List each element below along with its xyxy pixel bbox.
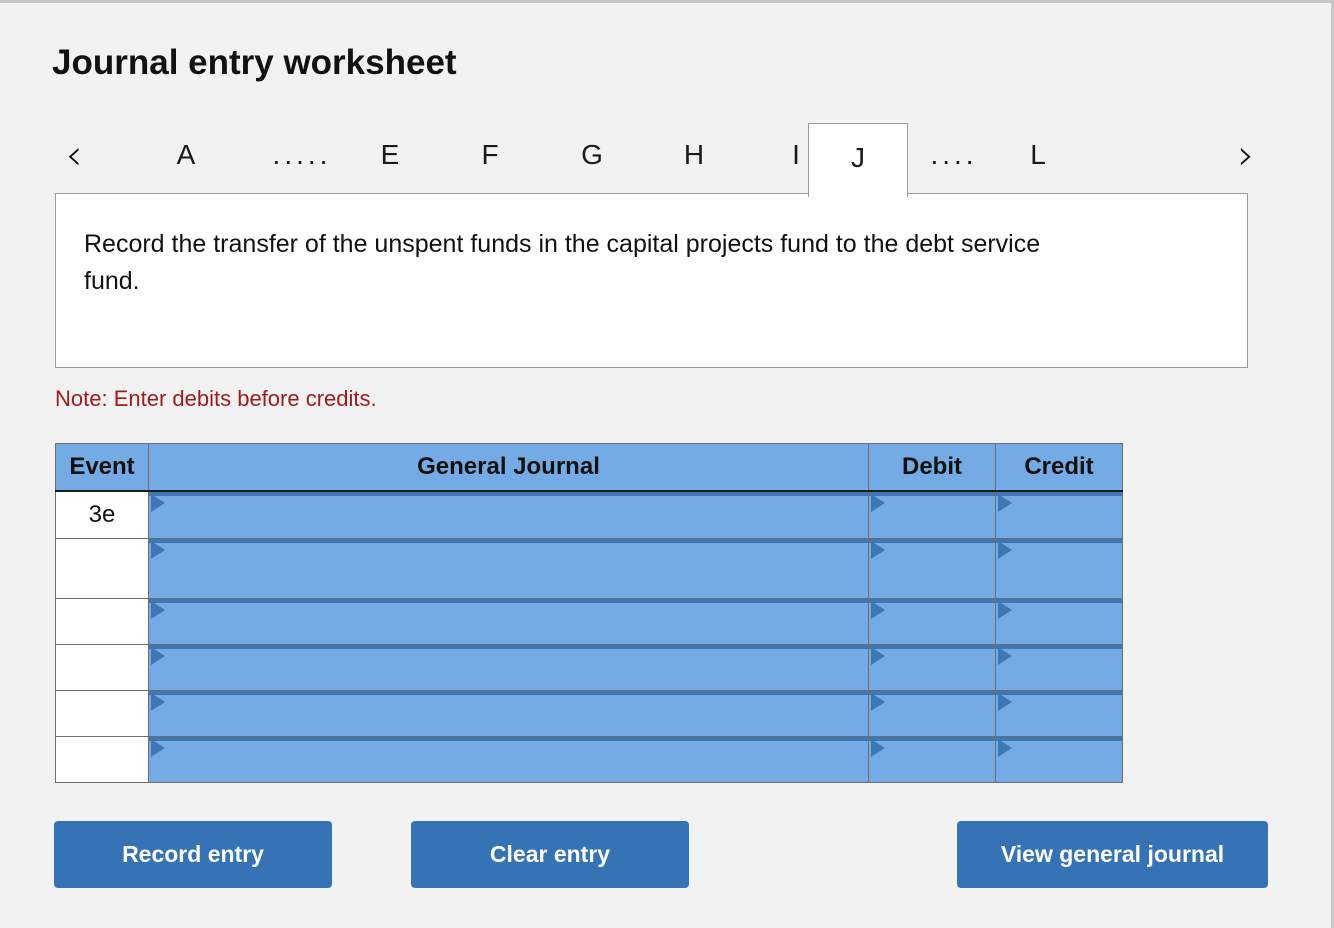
table-header: Event General Journal Debit Credit [55,443,1123,492]
table-row [55,537,1123,599]
credit-input-cell[interactable] [995,537,1123,599]
event-cell [55,537,149,599]
dropdown-triangle-icon[interactable] [998,600,1012,619]
tab-F[interactable]: F [452,123,528,187]
dropdown-triangle-icon[interactable] [871,494,885,512]
table-header-row: Event General Journal Debit Credit [55,443,1123,492]
cell-input-box[interactable] [869,492,995,512]
credit-input-cell[interactable] [995,689,1123,737]
cell-input-box[interactable] [149,736,868,757]
table-row [55,643,1123,691]
cell-input-box[interactable] [996,538,1122,559]
cell-input-box[interactable] [869,644,995,665]
dropdown-triangle-icon[interactable] [998,540,1012,559]
debit-input-cell[interactable] [868,490,996,539]
clear-entry-button[interactable]: Clear entry [411,821,689,888]
debit-input-cell[interactable] [868,689,996,737]
general-journal-input-cell[interactable] [148,537,869,599]
dropdown-triangle-icon[interactable] [151,494,165,512]
credit-input-cell[interactable] [995,643,1123,691]
dropdown-triangle-icon[interactable] [151,738,165,757]
dropdown-triangle-icon[interactable] [998,692,1012,711]
column-header-credit: Credit [995,443,1123,492]
cell-input-box[interactable] [869,690,995,711]
next-tab-arrow-icon[interactable]: › [1224,131,1268,179]
general-journal-input-cell[interactable] [148,689,869,737]
cell-input-box[interactable] [149,538,868,559]
event-cell [55,597,149,645]
dropdown-triangle-icon[interactable] [151,692,165,711]
general-journal-input-cell[interactable] [148,643,869,691]
event-cell [55,689,149,737]
view-general-journal-button[interactable]: View general journal [957,821,1268,888]
cell-input-box[interactable] [869,598,995,619]
debit-input-cell[interactable] [868,597,996,645]
tab-G[interactable]: G [554,123,630,187]
table-row [55,689,1123,737]
table-row [55,735,1123,783]
general-journal-input-cell[interactable] [148,597,869,645]
cell-input-box[interactable] [869,736,995,757]
worksheet-tab-strip: ‹ › A..... E F G H I J.... L [52,115,1280,197]
cell-input-box[interactable] [149,492,868,512]
general-journal-input-cell[interactable] [148,735,869,783]
cell-input-box[interactable] [996,598,1122,619]
tab-H[interactable]: H [656,123,732,187]
journal-entry-worksheet-page: Journal entry worksheet ‹ › A..... E F G H I J… [0,0,1334,928]
tab-A[interactable]: A [148,123,224,187]
cell-input-box[interactable] [996,736,1122,757]
cell-input-box[interactable] [996,690,1122,711]
dropdown-triangle-icon[interactable] [871,692,885,711]
dropdown-triangle-icon[interactable] [151,646,165,665]
general-journal-table: Event General Journal Debit Credit 3e [55,443,1123,783]
page-title: Journal entry worksheet [52,43,457,82]
dropdown-triangle-icon[interactable] [871,540,885,559]
record-entry-button[interactable]: Record entry [54,821,332,888]
cell-input-box[interactable] [149,644,868,665]
table-row [55,597,1123,645]
tab-....[interactable]: .... [908,123,1000,187]
tab-E[interactable]: E [352,123,428,187]
credit-input-cell[interactable] [995,490,1123,539]
column-header-event: Event [55,443,149,492]
event-cell [55,643,149,691]
column-header-general-journal: General Journal [148,443,869,492]
event-cell: 3e [55,490,149,539]
tab-J-active[interactable]: J [808,123,908,197]
dropdown-triangle-icon[interactable] [998,494,1012,512]
dropdown-triangle-icon[interactable] [871,600,885,619]
table-row: 3e [55,490,1123,539]
tab-L[interactable]: L [1000,123,1076,187]
debit-input-cell[interactable] [868,643,996,691]
entry-description-text: Record the transfer of the unspent funds… [84,230,1041,295]
cell-input-box[interactable] [996,492,1122,512]
tab-.....[interactable]: ..... [248,123,356,187]
prev-tab-arrow-icon[interactable]: ‹ [52,131,96,179]
dropdown-triangle-icon[interactable] [871,646,885,665]
debit-input-cell[interactable] [868,735,996,783]
event-cell [55,735,149,783]
dropdown-triangle-icon[interactable] [998,646,1012,665]
cell-input-box[interactable] [149,690,868,711]
cell-input-box[interactable] [996,644,1122,665]
column-header-debit: Debit [868,443,996,492]
cell-input-box[interactable] [869,538,995,559]
dropdown-triangle-icon[interactable] [151,540,165,559]
debits-before-credits-note: Note: Enter debits before credits. [55,386,377,411]
dropdown-triangle-icon[interactable] [151,600,165,619]
table-body: 3e [55,490,1123,783]
cell-input-box[interactable] [149,598,868,619]
credit-input-cell[interactable] [995,597,1123,645]
dropdown-triangle-icon[interactable] [998,738,1012,757]
dropdown-triangle-icon[interactable] [871,738,885,757]
tab-row: ‹ › A..... E F G H I J.... L [52,115,1280,197]
entry-description-panel: Record the transfer of the unspent funds… [55,193,1248,368]
general-journal-input-cell[interactable] [148,490,869,539]
credit-input-cell[interactable] [995,735,1123,783]
debit-input-cell[interactable] [868,537,996,599]
